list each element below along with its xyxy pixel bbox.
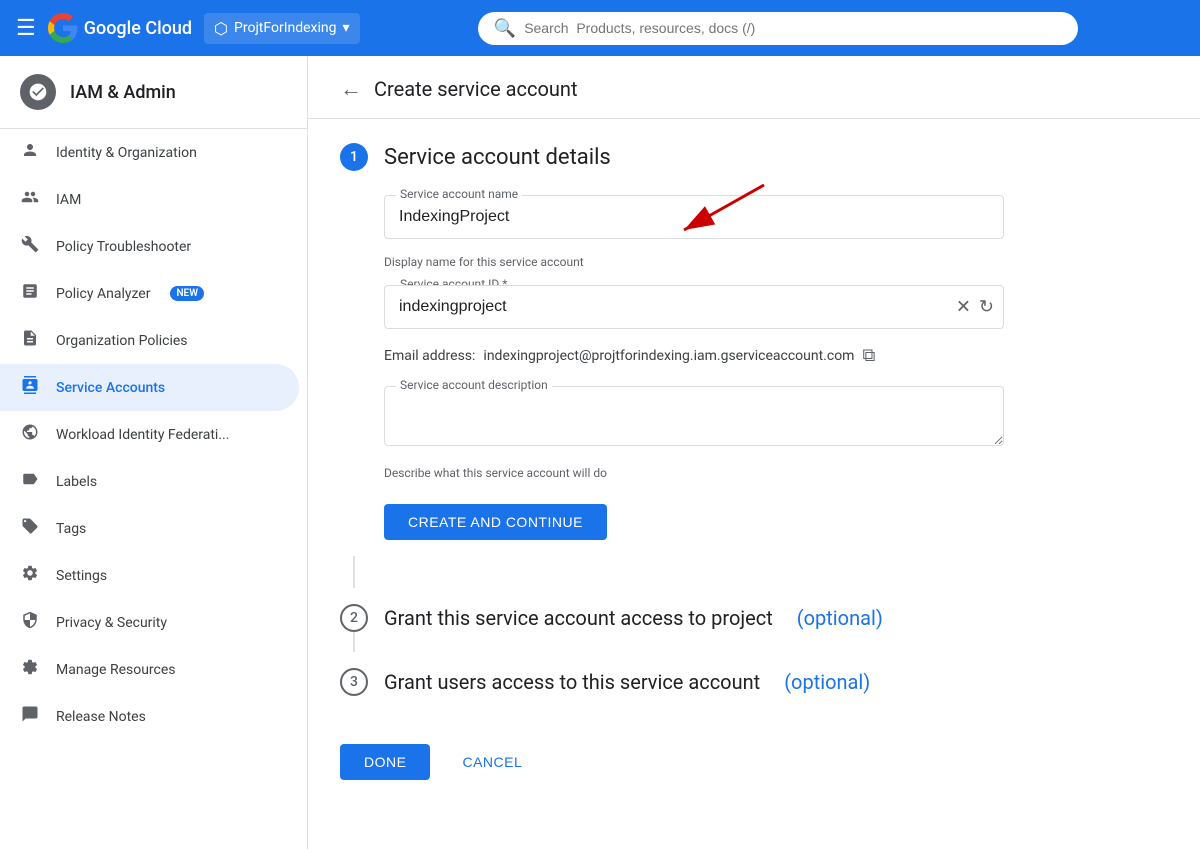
description-field: Service account description: [384, 386, 1168, 450]
sidebar-item-label-policy-analyzer: Policy Analyzer: [56, 286, 150, 302]
sidebar-item-org-policies[interactable]: Organization Policies: [0, 317, 299, 364]
service-account-id-input[interactable]: [384, 285, 1004, 329]
sidebar-item-label-workload-identity: Workload Identity Federati...: [56, 427, 229, 443]
search-input[interactable]: [524, 20, 1062, 36]
step-3-number: 3: [340, 668, 368, 696]
project-selector[interactable]: ⬡ ProjtForIndexing ▾: [204, 13, 359, 44]
refresh-icon[interactable]: ↻: [979, 297, 994, 318]
tags-icon: [20, 517, 40, 540]
logo-text: Google Cloud: [84, 18, 192, 39]
step-1-header: 1 Service account details: [340, 143, 1168, 171]
iam-icon: [20, 188, 40, 211]
sidebar-item-policy-analyzer[interactable]: Policy Analyzer NEW: [0, 270, 299, 317]
step-1-section: 1 Service account details Service accoun…: [340, 143, 1168, 540]
cancel-button[interactable]: CANCEL: [454, 744, 530, 780]
search-bar: 🔍: [478, 12, 1078, 45]
clear-icon[interactable]: ✕: [956, 297, 971, 318]
create-and-continue-button[interactable]: CREATE AND CONTINUE: [384, 504, 607, 540]
step-2-optional: (optional): [797, 606, 883, 630]
sidebar-item-label-privacy-security: Privacy & Security: [56, 615, 167, 631]
page-title: Create service account: [374, 77, 578, 101]
sidebar-item-label-tags: Tags: [56, 521, 86, 537]
menu-icon[interactable]: ☰: [16, 16, 36, 41]
done-button[interactable]: DONE: [340, 744, 430, 780]
privacy-security-icon: [20, 611, 40, 634]
policy-analyzer-icon: [20, 282, 40, 305]
sidebar: IAM & Admin Identity & Organization IAM Po…: [0, 56, 308, 849]
project-icon: ⬡: [214, 19, 228, 38]
sidebar-item-label-policy-troubleshooter: Policy Troubleshooter: [56, 239, 191, 255]
description-hint: Describe what this service account will …: [384, 466, 1168, 480]
org-policies-icon: [20, 329, 40, 352]
new-badge: NEW: [170, 286, 204, 301]
done-cancel-row: DONE CANCEL: [340, 728, 1168, 780]
service-account-id-wrapper: ✕ ↻: [384, 285, 1004, 329]
step-3-header: 3 Grant users access to this service acc…: [340, 668, 1168, 696]
sidebar-header: IAM & Admin: [0, 56, 307, 129]
step-1-title: Service account details: [384, 145, 611, 170]
manage-resources-icon: [20, 658, 40, 681]
sidebar-item-label-release-notes: Release Notes: [56, 709, 146, 725]
description-label: Service account description: [396, 378, 552, 392]
service-account-name-hint: Display name for this service account: [384, 255, 1168, 269]
settings-icon: [20, 564, 40, 587]
sidebar-item-label-manage-resources: Manage Resources: [56, 662, 176, 678]
service-account-id-field: Service account ID * ✕ ↻: [384, 285, 1168, 329]
sidebar-item-label-service-accounts: Service Accounts: [56, 380, 165, 396]
copy-icon[interactable]: ⧉: [862, 345, 875, 366]
top-navigation: ☰ Google Cloud ⬡ ProjtForIndexing ▾ 🔍: [0, 0, 1200, 56]
service-account-name-input[interactable]: [384, 195, 1004, 239]
sidebar-item-manage-resources[interactable]: Manage Resources: [0, 646, 299, 693]
content-header: ← Create service account: [308, 56, 1200, 119]
chevron-down-icon: ▾: [343, 20, 350, 36]
sidebar-item-settings[interactable]: Settings: [0, 552, 299, 599]
iam-admin-icon: [20, 74, 56, 110]
sidebar-title: IAM & Admin: [70, 82, 176, 103]
step-3-section: 3 Grant users access to this service acc…: [340, 668, 1168, 696]
step-2-number: 2: [340, 604, 368, 632]
workload-identity-icon: [20, 423, 40, 446]
step-3-title: Grant users access to this service accou…: [384, 670, 760, 694]
google-cloud-logo: Google Cloud: [48, 13, 192, 43]
email-value: indexingproject@projtforindexing.iam.gse…: [483, 348, 854, 364]
sidebar-item-identity-org[interactable]: Identity & Organization: [0, 129, 299, 176]
sidebar-item-labels[interactable]: Labels: [0, 458, 299, 505]
labels-icon: [20, 470, 40, 493]
service-account-name-label: Service account name: [396, 187, 522, 201]
description-input[interactable]: [384, 386, 1004, 446]
sidebar-items: Identity & Organization IAM Policy Trouble…: [0, 129, 307, 740]
content-body: 1 Service account details Service accoun…: [308, 119, 1200, 804]
sidebar-item-label-settings: Settings: [56, 568, 107, 584]
id-field-actions: ✕ ↻: [956, 297, 994, 318]
email-label: Email address:: [384, 348, 475, 364]
step-2-section: 2 Grant this service account access to p…: [340, 604, 1168, 632]
step-1-content: Service account name Display: [384, 195, 1168, 540]
sidebar-item-release-notes[interactable]: Release Notes: [0, 693, 299, 740]
main-content: ← Create service account 1 Service accou…: [308, 56, 1200, 849]
email-row: Email address: indexingproject@projtfori…: [384, 345, 1168, 366]
sidebar-item-label-labels: Labels: [56, 474, 97, 490]
search-icon: 🔍: [494, 18, 516, 39]
sidebar-item-privacy-security[interactable]: Privacy & Security: [0, 599, 299, 646]
step-2-title: Grant this service account access to pro…: [384, 606, 773, 630]
sidebar-item-workload-identity[interactable]: Workload Identity Federati...: [0, 411, 299, 458]
back-button[interactable]: ←: [340, 76, 362, 102]
sidebar-item-tags[interactable]: Tags: [0, 505, 299, 552]
service-account-name-field: Service account name: [384, 195, 1004, 239]
identity-org-icon: [20, 141, 40, 164]
policy-troubleshooter-icon: [20, 235, 40, 258]
step-3-optional: (optional): [784, 670, 870, 694]
step-1-number: 1: [340, 143, 368, 171]
project-name: ProjtForIndexing: [234, 20, 336, 36]
release-notes-icon: [20, 705, 40, 728]
sidebar-item-iam[interactable]: IAM: [0, 176, 299, 223]
sidebar-item-policy-troubleshooter[interactable]: Policy Troubleshooter: [0, 223, 299, 270]
step-2-header: 2 Grant this service account access to p…: [340, 604, 1168, 632]
sidebar-item-service-accounts[interactable]: Service Accounts: [0, 364, 299, 411]
service-accounts-icon: [20, 376, 40, 399]
sidebar-item-label-iam: IAM: [56, 192, 81, 208]
sidebar-item-label-org-policies: Organization Policies: [56, 333, 188, 349]
sidebar-item-label-identity-org: Identity & Organization: [56, 145, 197, 161]
